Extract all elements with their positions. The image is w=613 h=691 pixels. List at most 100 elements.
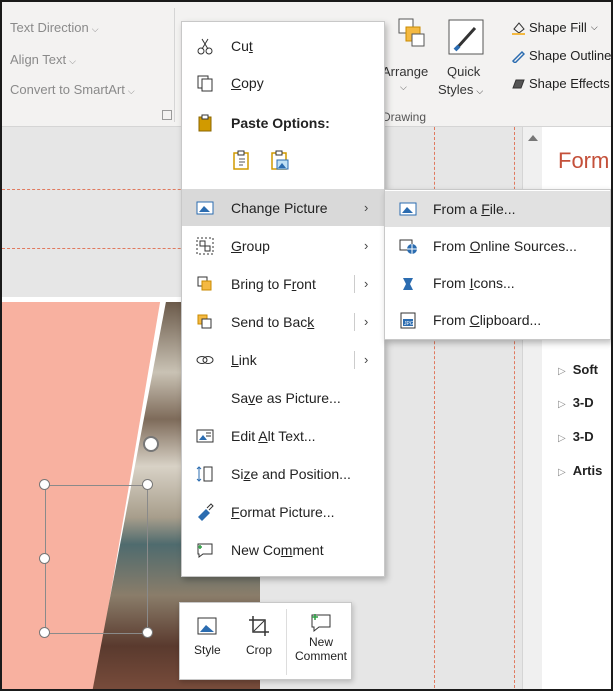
menu-label: New Comment [231, 541, 324, 558]
format-pane-title: Form [558, 148, 610, 173]
text-direction-button[interactable]: Text Direction ⌵ [10, 20, 99, 35]
clipboard-icon [198, 114, 212, 132]
resize-handle[interactable] [39, 553, 50, 564]
picture-file-icon [399, 202, 417, 216]
menu-label: Cut [231, 37, 253, 54]
submenu-arrow-icon: › [364, 200, 369, 215]
ribbon-separator [174, 8, 175, 122]
paste-as-picture-icon[interactable] [269, 149, 291, 171]
picture-style-icon [197, 617, 217, 635]
shape-effects-button[interactable]: Shape Effects [511, 76, 610, 91]
bring-to-front-icon [197, 276, 212, 291]
comment-icon [311, 614, 331, 633]
group-icon [196, 237, 214, 255]
scissors-icon [197, 38, 213, 55]
shape-effects-icon [512, 79, 525, 88]
quick-styles-label-2[interactable]: Styles ⌵ [438, 82, 483, 97]
paste-keep-formatting-icon[interactable] [231, 149, 253, 171]
comment-icon [197, 543, 213, 558]
menu-item-bring-to-front[interactable]: Bring to Front › [182, 265, 384, 302]
paint-bucket-icon [512, 21, 525, 35]
shape-outline-button[interactable]: Shape Outline [511, 48, 611, 63]
menu-label: Send to Back [231, 313, 315, 330]
quick-styles-label-1[interactable]: Quick [447, 64, 480, 79]
menu-label: Bring to Front [231, 275, 316, 292]
arrange-icon[interactable] [397, 16, 427, 50]
resize-handle[interactable] [39, 627, 50, 638]
menu-label: Size and Position... [231, 465, 351, 482]
menu-item-paste-options: Paste Options: [182, 104, 384, 141]
submenu-arrow-icon[interactable]: › [364, 352, 368, 367]
menu-item-group[interactable]: Group › [182, 227, 384, 264]
menu-label: Copy [231, 74, 264, 91]
shape-fill-button[interactable]: Shape Fill ⌵ [511, 20, 598, 35]
send-to-back-icon [197, 314, 212, 329]
menu-label: Save as Picture... [231, 389, 341, 406]
mini-style-button[interactable]: Style [194, 607, 221, 677]
submenu-arrow-icon: › [364, 238, 369, 253]
menu-item-new-comment[interactable]: New Comment [182, 531, 384, 568]
submenu-item-from-clipboard[interactable]: JPG From Clipboard... [385, 302, 610, 338]
svg-text:JPG: JPG [404, 321, 414, 327]
context-menu: Cut Copy Paste Options: Change Picture ›… [181, 21, 385, 577]
change-picture-icon [196, 201, 214, 215]
submenu-arrow-icon[interactable]: › [364, 276, 368, 291]
menu-label: Change Picture [231, 199, 328, 216]
pen-icon [511, 50, 525, 63]
submenu-label: From Clipboard... [433, 312, 542, 328]
resize-handle[interactable] [142, 627, 153, 638]
mini-new-comment-button[interactable]: New Comment [292, 607, 350, 677]
menu-item-size-and-position[interactable]: Size and Position... [182, 455, 384, 492]
paste-options-row [231, 149, 291, 171]
pane-item-soft-edges[interactable]: ▷ Soft [558, 362, 598, 377]
submenu-label: From a File... [433, 201, 516, 217]
mini-separator [286, 609, 287, 675]
submenu-arrow-icon[interactable]: › [364, 314, 368, 329]
menu-item-save-as-picture[interactable]: Save as Picture... [182, 379, 384, 416]
submenu-label: From Online Sources... [433, 238, 577, 254]
arrange-chevron-icon[interactable]: ⌵ [400, 82, 407, 93]
icons-icon [403, 278, 413, 290]
pane-item-3d-format[interactable]: ▷ 3-D [558, 395, 594, 410]
align-text-button[interactable]: Align Text ⌵ [10, 52, 76, 67]
mini-crop-button[interactable]: Crop [246, 607, 272, 677]
app-window: Text Direction ⌵ Align Text ⌵ Convert to S… [0, 0, 613, 691]
format-brush-icon [198, 503, 214, 521]
pane-item-3d-rotation[interactable]: ▷ 3-D [558, 429, 594, 444]
dialog-launcher-icon[interactable] [162, 110, 172, 120]
paste-options-label: Paste Options: [231, 114, 330, 131]
menu-item-change-picture[interactable]: Change Picture › [182, 189, 384, 226]
resize-handle[interactable] [142, 479, 153, 490]
alt-text-icon [196, 429, 214, 443]
submenu-label: From Icons... [433, 275, 515, 291]
menu-label: Link [231, 351, 257, 368]
submenu-item-from-icons[interactable]: From Icons... [385, 265, 610, 301]
rotate-handle-icon[interactable] [143, 436, 159, 452]
mini-toolbar: Style Crop New Comment [179, 602, 352, 680]
submenu-item-from-online[interactable]: From Online Sources... [385, 228, 610, 264]
link-icon [196, 356, 214, 364]
menu-item-cut[interactable]: Cut [182, 27, 384, 64]
clipboard-picture-icon: JPG [400, 312, 416, 329]
change-picture-submenu: From a File... From Online Sources... Fr… [384, 189, 611, 340]
online-picture-icon [399, 239, 417, 254]
arrange-label[interactable]: Arrange [382, 64, 428, 79]
crop-icon [249, 616, 269, 636]
copy-icon [197, 75, 213, 92]
size-position-icon [196, 466, 213, 482]
menu-label: Format Picture... [231, 503, 335, 520]
selection-box [45, 485, 148, 634]
submenu-item-from-file[interactable]: From a File... [385, 191, 610, 227]
menu-label: Group [231, 237, 270, 254]
menu-label: Edit Alt Text... [231, 427, 316, 444]
convert-smartart-button[interactable]: Convert to SmartArt ⌵ [10, 82, 135, 97]
pane-item-artistic-effects[interactable]: ▷ Artis [558, 463, 602, 478]
menu-item-send-to-back[interactable]: Send to Back › [182, 303, 384, 340]
scroll-up-icon[interactable] [528, 135, 538, 141]
menu-item-copy[interactable]: Copy [182, 64, 384, 101]
menu-item-link[interactable]: Link › [182, 341, 384, 378]
menu-item-format-picture[interactable]: Format Picture... [182, 493, 384, 530]
resize-handle[interactable] [39, 479, 50, 490]
menu-item-edit-alt-text[interactable]: Edit Alt Text... [182, 417, 384, 454]
quick-styles-icon[interactable] [447, 18, 487, 58]
